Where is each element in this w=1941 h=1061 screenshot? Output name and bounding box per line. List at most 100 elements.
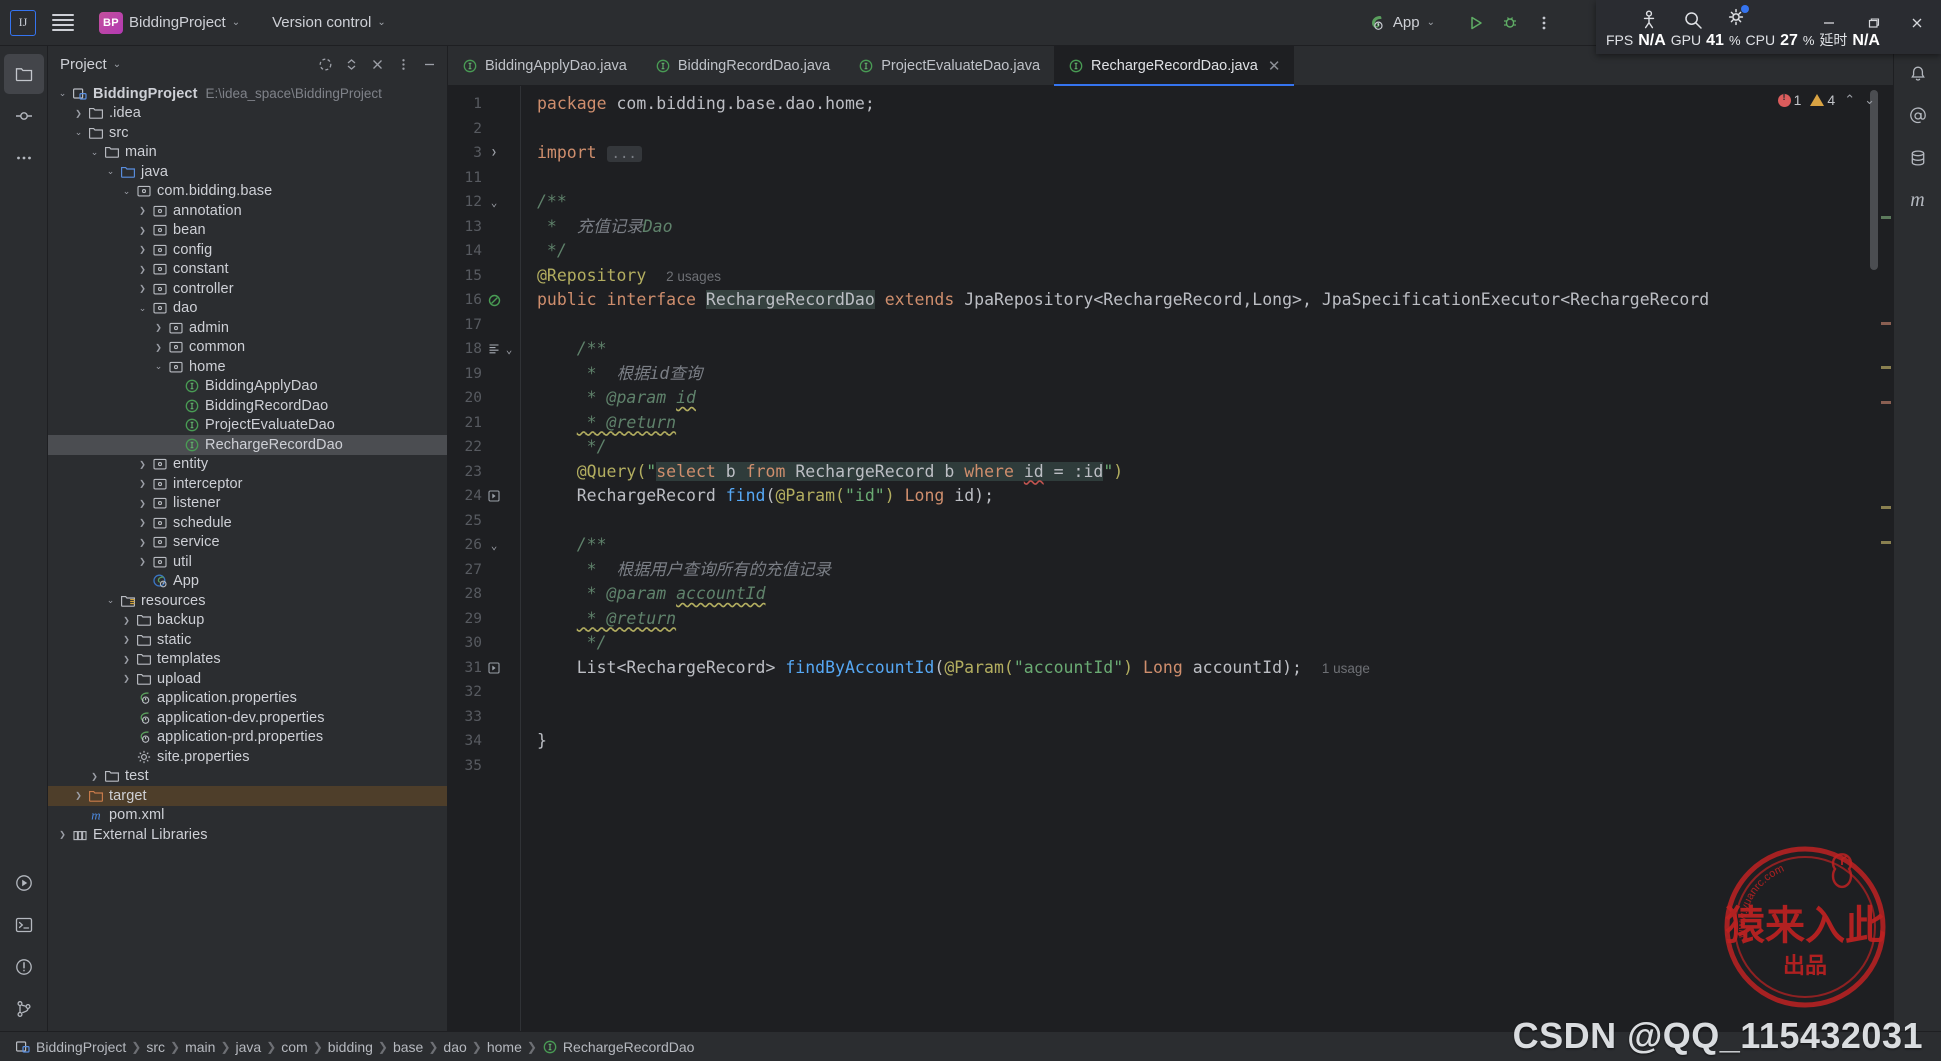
chevron-down-icon[interactable]: ⌄ [104,166,117,177]
hamburger-menu-icon[interactable] [46,8,80,38]
chevron-down-icon[interactable]: ⌄ [72,127,85,138]
sidebar-item-more[interactable] [4,138,44,178]
breadcrumb-item-home[interactable]: home [482,1039,527,1055]
code-line[interactable]: List<RechargeRecord> findByAccountId(@Pa… [521,656,1893,681]
gutter-line[interactable]: 34 [448,729,520,754]
tree-node-bean[interactable]: ❯ bean [48,221,447,241]
tree-node-entity[interactable]: ❯ entity [48,455,447,475]
code-line[interactable]: * @return [521,411,1893,436]
sidebar-item-version-control[interactable] [4,989,44,1029]
chevron-down-icon[interactable]: ⌄ [104,595,117,606]
breadcrumb-item-dao[interactable]: dao [438,1039,471,1055]
chevron-right-icon[interactable]: ❯ [136,557,149,566]
tree-node-main[interactable]: ⌄ main [48,143,447,163]
intellij-idea-icon[interactable]: IJ [10,9,36,36]
gutter-line[interactable]: 13 [448,215,520,240]
chevron-right-icon[interactable]: ❯ [152,323,165,332]
inspection-widget[interactable]: 1 4 ⌃ ⌄ [1777,92,1875,108]
breadcrumb-item-biddingproject[interactable]: BiddingProject [10,1039,131,1055]
tree-node-dao[interactable]: ⌄ dao [48,299,447,319]
chevron-down-icon[interactable]: ⌄ [56,88,69,99]
gutter-line[interactable]: 3 ❯ [448,141,520,166]
chevron-right-icon[interactable]: ❯ [136,538,149,547]
editor-tab-projectevaluatedao-java[interactable]: ProjectEvaluateDao.java [844,46,1054,85]
tree-node-home[interactable]: ⌄ home [48,357,447,377]
chevron-right-icon[interactable]: ❯ [136,265,149,274]
ai-assistant-button[interactable] [1898,96,1938,136]
close-tab-icon[interactable]: ✕ [1268,57,1281,75]
tree-node-projectevaluatedao[interactable]: ProjectEvaluateDao [48,416,447,436]
maven-button[interactable]: m [1898,180,1938,220]
tree-node-backup[interactable]: ❯ backup [48,611,447,631]
chevron-right-icon[interactable]: ❯ [88,772,101,781]
chevron-right-icon[interactable]: ❯ [152,343,165,352]
gutter-line[interactable]: 31 [448,656,520,681]
tree-node-listener[interactable]: ❯ listener [48,494,447,514]
code-line[interactable]: /** [521,533,1893,558]
tree-node-target[interactable]: ❯ target [48,786,447,806]
gutter-markers[interactable]: ⌄ [482,196,516,209]
breadcrumb-item-java[interactable]: java [231,1039,267,1055]
editor-gutter[interactable]: 1 2 3 ❯ 11 12 ⌄ 13 14 15 16 17 18 ⌄ 19 20 21 22 23 24 25 26 ⌄ 2… [448,86,520,1031]
chevron-right-icon[interactable]: ❯ [120,635,133,644]
tree-node-external-libraries[interactable]: ❯ External Libraries [48,825,447,845]
notifications-button[interactable] [1898,54,1938,94]
breadcrumb-item-rechargerecorddao[interactable]: RechargeRecordDao [537,1039,700,1055]
tree-node-application-prd-properties[interactable]: application-prd.properties [48,728,447,748]
implemented-interface-icon[interactable] [482,294,516,307]
gutter-line[interactable]: 1 [448,92,520,117]
code-line[interactable] [521,117,1893,142]
chevron-down-icon[interactable]: ⌄ [1864,92,1875,108]
tree-node-schedule[interactable]: ❯ schedule [48,513,447,533]
tree-node-rechargerecorddao[interactable]: RechargeRecordDao [48,435,447,455]
chevron-right-icon[interactable]: ❯ [136,460,149,469]
chevron-down-icon[interactable]: ⌄ [88,147,101,158]
tree-node-annotation[interactable]: ❯ annotation [48,201,447,221]
gutter-line[interactable]: 33 [448,705,520,730]
code-line[interactable]: public interface RechargeRecordDao exten… [521,288,1893,313]
gutter-line[interactable]: 21 [448,411,520,436]
chevron-right-icon[interactable]: ❯ [136,499,149,508]
chevron-down-icon[interactable]: ⌄ [136,303,149,314]
gutter-line[interactable]: 19 [448,362,520,387]
code-line[interactable]: * 根据id查询 [521,362,1893,387]
tree-node-interceptor[interactable]: ❯ interceptor [48,474,447,494]
code-line[interactable]: */ [521,239,1893,264]
code-line[interactable]: * @param id [521,386,1893,411]
gutter-line[interactable]: 24 [448,484,520,509]
gutter-line[interactable]: 25 [448,509,520,534]
code-line[interactable]: * 根据用户查询所有的充值记录 [521,558,1893,583]
editor-tab-biddingrecorddao-java[interactable]: BiddingRecordDao.java [641,46,844,85]
sidebar-item-run[interactable] [4,863,44,903]
run-button[interactable] [1459,8,1493,38]
gutter-line[interactable]: 30 [448,631,520,656]
gutter-line[interactable]: 2 [448,117,520,142]
gutter-line[interactable]: 26 ⌄ [448,533,520,558]
tree-node-templates[interactable]: ❯ templates [48,650,447,670]
chevron-right-icon[interactable]: ❯ [120,674,133,683]
editor-vertical-scrollbar[interactable] [1870,90,1878,270]
code-line[interactable]: /** [521,190,1893,215]
warning-count-badge[interactable]: 4 [1810,92,1835,108]
options-icon[interactable] [391,52,415,76]
code-line[interactable] [521,509,1893,534]
gutter-line[interactable]: 18 ⌄ [448,337,520,362]
chevron-down-icon[interactable]: ⌄ [152,361,165,372]
fold-collapse-icon[interactable]: ⌄ [488,196,500,209]
tree-node-controller[interactable]: ❯ controller [48,279,447,299]
tree-node-site-properties[interactable]: site.properties [48,747,447,767]
code-line[interactable]: */ [521,631,1893,656]
gutter-line[interactable]: 16 [448,288,520,313]
implementation-marker-icon[interactable] [482,490,516,502]
fold-collapse-icon[interactable]: ⌄ [488,539,500,552]
code-line[interactable]: } [521,729,1893,754]
tree-node-app[interactable]: App [48,572,447,592]
chevron-right-icon[interactable]: ❯ [120,616,133,625]
code-content[interactable]: package com.bidding.base.dao.home; impor… [520,86,1893,1031]
expand-collapse-icon[interactable] [339,52,363,76]
chevron-right-icon[interactable]: ❯ [56,830,69,839]
accessibility-icon[interactable] [1638,9,1660,31]
version-control-button[interactable]: Version control ⌄ [263,8,395,38]
tree-node-test[interactable]: ❯ test [48,767,447,787]
gutter-line[interactable]: 32 [448,680,520,705]
